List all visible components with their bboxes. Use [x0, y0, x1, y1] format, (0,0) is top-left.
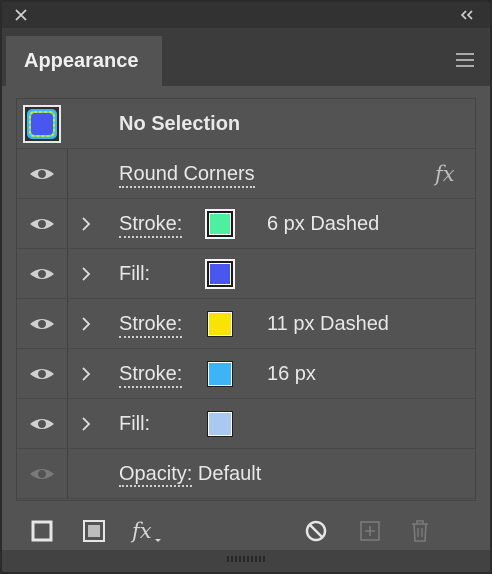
eye-icon[interactable]	[28, 465, 56, 483]
stroke-color-swatch[interactable]	[207, 311, 233, 337]
fill-color-swatch[interactable]	[207, 411, 233, 437]
stroke-row-3[interactable]: Stroke: 16 px	[17, 349, 475, 399]
stroke-value[interactable]: 11 px Dashed	[267, 299, 389, 349]
round-corners-row[interactable]: Round Corners fx	[17, 149, 475, 199]
chevron-right-icon[interactable]	[79, 215, 93, 233]
stroke-label[interactable]: Stroke:	[119, 349, 183, 399]
no-selection-label: No Selection	[119, 113, 241, 135]
trash-icon	[412, 520, 428, 542]
close-icon[interactable]	[14, 8, 28, 22]
appearance-attributes-list: No Selection Round Corners fx Stroke: 6 …	[16, 98, 476, 501]
tab-bar: Appearance	[2, 28, 490, 86]
chevron-right-icon[interactable]	[79, 365, 93, 383]
add-effect-icon[interactable]: fx	[130, 517, 164, 545]
fill-label: Fill:	[119, 413, 151, 435]
round-corners-label[interactable]: Round Corners	[119, 149, 255, 199]
chevron-right-icon[interactable]	[79, 265, 93, 283]
stroke-row-1[interactable]: Stroke: 6 px Dashed	[17, 199, 475, 249]
stroke-value[interactable]: 16 px	[267, 349, 316, 399]
duplicate-item-icon	[360, 521, 380, 541]
chevron-right-icon[interactable]	[79, 315, 93, 333]
chevron-right-icon[interactable]	[79, 415, 93, 433]
eye-icon[interactable]	[28, 415, 56, 433]
stroke-row-2[interactable]: Stroke: 11 px Dashed	[17, 299, 475, 349]
visibility-column	[17, 349, 68, 398]
fill-row-1[interactable]: Fill:	[17, 249, 475, 299]
fill-color-swatch[interactable]	[205, 259, 235, 289]
add-stroke-icon[interactable]	[28, 517, 56, 545]
appearance-panel: Appearance No Selection Round Corners fx…	[2, 2, 490, 572]
clear-appearance-icon[interactable]	[302, 517, 330, 545]
fx-icon[interactable]: fx	[433, 161, 461, 187]
stroke-value[interactable]: 6 px Dashed	[267, 199, 379, 249]
fill-row-2[interactable]: Fill:	[17, 399, 475, 449]
stroke-color-swatch[interactable]	[205, 209, 235, 239]
opacity-row[interactable]: Opacity: Default	[17, 449, 475, 499]
stroke-color-swatch[interactable]	[207, 361, 233, 387]
fill-label: Fill:	[119, 263, 151, 285]
visibility-column	[17, 149, 68, 198]
eye-icon[interactable]	[28, 315, 56, 333]
svg-text:fx: fx	[433, 162, 455, 186]
visibility-column	[17, 199, 68, 248]
stroke-label[interactable]: Stroke:	[119, 299, 183, 349]
opacity-value: Default	[197, 463, 262, 485]
svg-text:fx: fx	[130, 519, 152, 543]
panel-footer	[2, 550, 490, 572]
resize-grip-icon[interactable]	[224, 555, 268, 563]
stroke-label[interactable]: Stroke:	[119, 199, 183, 249]
hamburger-menu-icon[interactable]	[454, 52, 476, 68]
eye-icon[interactable]	[28, 215, 56, 233]
visibility-column	[17, 399, 68, 448]
visibility-column	[17, 449, 68, 498]
double-chevron-left-icon[interactable]	[458, 8, 476, 22]
panel-titlebar	[2, 2, 490, 28]
eye-icon[interactable]	[28, 365, 56, 383]
visibility-column	[17, 249, 68, 298]
visibility-column	[17, 299, 68, 348]
tab-appearance[interactable]: Appearance	[6, 36, 162, 86]
opacity-label[interactable]: Opacity: Default	[119, 449, 261, 499]
add-fill-icon[interactable]	[80, 517, 108, 545]
eye-icon[interactable]	[28, 165, 56, 183]
no-selection-row: No Selection	[17, 99, 475, 149]
eye-icon[interactable]	[28, 265, 56, 283]
selection-thumbnail	[23, 105, 61, 143]
